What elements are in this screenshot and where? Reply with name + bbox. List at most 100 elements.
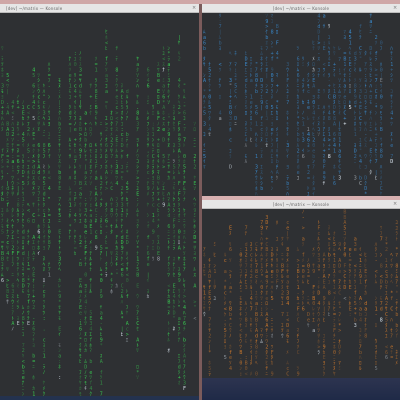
rain-glyph: ｻ [115, 46, 118, 52]
rain-glyph: * [100, 343, 103, 349]
rain-glyph: ｽ [100, 154, 103, 160]
rain-glyph: 1 [48, 273, 51, 279]
rain-glyph: ﾅ [89, 267, 92, 273]
rain-glyph: ﾒ [395, 361, 398, 367]
rain-glyph: = [390, 355, 393, 361]
rain-glyph: ﾍ [338, 247, 341, 253]
rain-glyph: ｹ [89, 111, 92, 117]
rain-glyph: ﾅ [84, 262, 87, 268]
rain-glyph: 5 [271, 296, 274, 302]
rain-glyph: 6 [255, 111, 258, 117]
rain-glyph: ｲ [323, 73, 326, 79]
rain-glyph: ﾁ [167, 246, 170, 252]
rain-glyph: C [328, 94, 331, 100]
rain-glyph: ﾅ [1, 175, 4, 181]
rain-glyph: ﾍ [255, 361, 258, 367]
rain-glyph: E [58, 186, 61, 192]
matrix-rain-orange: ｱﾈﾕｾ"ｻ1ｲｴｻｳｷｵADﾔfE5ｳﾅ7ﾃﾔ2ﾝ|*ﾎ5ﾗﾐﾋﾝ1|ﾘﾕﾙc… [203, 209, 398, 377]
rain-glyph: ﾂ [297, 46, 300, 52]
rain-glyph: * [121, 316, 124, 322]
rain-glyph: ﾓ [58, 316, 61, 322]
rain-glyph: ﾛ [276, 30, 279, 36]
rain-glyph: e [157, 78, 160, 84]
rain-glyph: ﾗ [105, 273, 108, 279]
rain-glyph: ﾙ [167, 337, 170, 343]
rain-glyph: 2 [385, 247, 388, 253]
close-icon[interactable]: × [393, 202, 397, 207]
rain-glyph: 7 [375, 159, 378, 165]
rain-glyph: ﾏ [395, 253, 398, 259]
rain-glyph: ﾅ [208, 307, 211, 313]
rain-glyph: f [48, 154, 51, 160]
rain-glyph: ｴ [126, 337, 129, 343]
close-icon[interactable]: × [393, 6, 397, 11]
rain-glyph: ﾎ [121, 154, 124, 160]
rain-glyph: ﾑ [369, 138, 372, 144]
rain-glyph: ﾇ [167, 310, 170, 316]
rain-glyph: ｲ [58, 332, 61, 338]
rain-glyph: < [27, 208, 30, 214]
rain-glyph: 9 [271, 371, 274, 377]
rain-glyph: ﾑ [375, 280, 378, 286]
rain-glyph: ﾜ [328, 24, 331, 30]
rain-glyph: . [43, 327, 46, 333]
rain-glyph: ｲ [234, 105, 237, 111]
rain-glyph: ｳ [136, 294, 139, 300]
rain-glyph: 1 [255, 121, 258, 127]
rain-glyph: 1 [43, 354, 46, 360]
rain-glyph: C [297, 317, 300, 323]
rain-glyph: ｳ [110, 262, 113, 268]
rain-glyph: c [224, 258, 227, 264]
rain-glyph: 7 [100, 391, 103, 396]
rain-glyph: 0 [255, 371, 258, 377]
rain-glyph: > [338, 328, 341, 334]
terminal-output[interactable]: ｱﾈﾕｾ " ｻ 1 ｲｴｻｳｷｵ A D ﾔ f E 5 ｳﾅ 7 ﾃﾔ 2 ﾝ | * ﾎ 5 ﾗﾐﾋﾝ 1 | ﾘﾕﾙ c… [202, 208, 400, 378]
terminal-output[interactable]: ﾜﾗﾂﾎﾖ 3 ﾓﾖ D + ﾈﾊ A ﾇ f F ｸ > ﾘﾅｸﾀ b ｴｿﾅﾓ 5 = ｻ B B ｺﾁﾑ 6 5 < ﾜ |… [0, 12, 199, 396]
rain-glyph: C [297, 350, 300, 356]
rain-glyph: ﾃ [380, 285, 383, 291]
rain-glyph: ﾂ [84, 321, 87, 327]
rain-glyph: ﾆ [193, 143, 196, 149]
rain-glyph: 1 [302, 121, 305, 127]
close-icon[interactable]: × [192, 6, 196, 11]
rain-glyph: a [224, 269, 227, 275]
terminal-window-orange[interactable]: [dev] ~/matrix — Konsole × ｱﾈﾕｾ " ｻ 1 ｲｴｻｳｷｵ… [202, 200, 400, 378]
rain-glyph: ｶ [302, 100, 305, 106]
terminal-window-green[interactable]: [dev] ~/matrix — Konsole × ﾜﾗﾂﾎﾖ 3 ﾓﾖ D + ﾈﾊ A… [0, 4, 199, 396]
terminal-window-blue[interactable]: [dev] ~/matrix — Konsole × ﾑ a 6 b ﾀｻﾝ A * ﾊﾁ +5… [202, 4, 400, 196]
rain-glyph: C [390, 307, 393, 313]
rain-glyph: ﾋ [105, 46, 108, 52]
rain-glyph: ﾏ [110, 170, 113, 176]
rain-glyph: ｿ [167, 100, 170, 106]
rain-glyph: ｻ [323, 24, 326, 30]
rain-glyph: ﾉ [43, 370, 46, 376]
rain-glyph: ﾀ [338, 350, 341, 356]
rain-glyph: 6 [1, 278, 4, 284]
rain-glyph: ﾄ [395, 236, 398, 242]
rain-glyph: ﾖ [48, 121, 51, 127]
rain-glyph: + [343, 121, 346, 127]
rain-glyph: ﾔ [333, 371, 336, 377]
rain-glyph: ﾙ [359, 67, 362, 73]
rain-glyph: C [286, 371, 289, 377]
rain-glyph: A [312, 84, 315, 90]
desktop-wallpaper-strip [202, 378, 400, 400]
rain-glyph: ﾜ [323, 89, 326, 95]
rain-glyph: ﾍ [58, 267, 61, 273]
rain-glyph: ﾚ [307, 116, 310, 122]
rain-glyph: B [136, 273, 139, 279]
rain-glyph: ﾛ [219, 94, 222, 100]
rain-glyph: 4 [115, 181, 118, 187]
rain-glyph: a [250, 78, 253, 84]
terminal-output[interactable]: ﾑ a 6 b ﾀｻﾝ A * ﾊﾁ +5 3 ｺｲﾆ 5 ｲﾏﾅ 5 2 ｹｸ * 0 ﾙ 5 ﾜﾀ. 4 ｾﾘ:7 | ﾑ b… [202, 12, 400, 196]
rain-glyph: 7 [281, 312, 284, 318]
rain-glyph: ﾜ [219, 67, 222, 73]
rain-glyph: A [100, 359, 103, 365]
rain-glyph: ﾆ [32, 364, 35, 370]
rain-glyph: ﾆ [369, 30, 372, 36]
rain-glyph: ﾎ [229, 127, 232, 133]
rain-glyph: ﾘ [6, 267, 9, 273]
rain-glyph: ﾚ [173, 148, 176, 154]
rain-glyph: ｸ [89, 391, 92, 396]
rain-glyph: 0 [380, 154, 383, 160]
